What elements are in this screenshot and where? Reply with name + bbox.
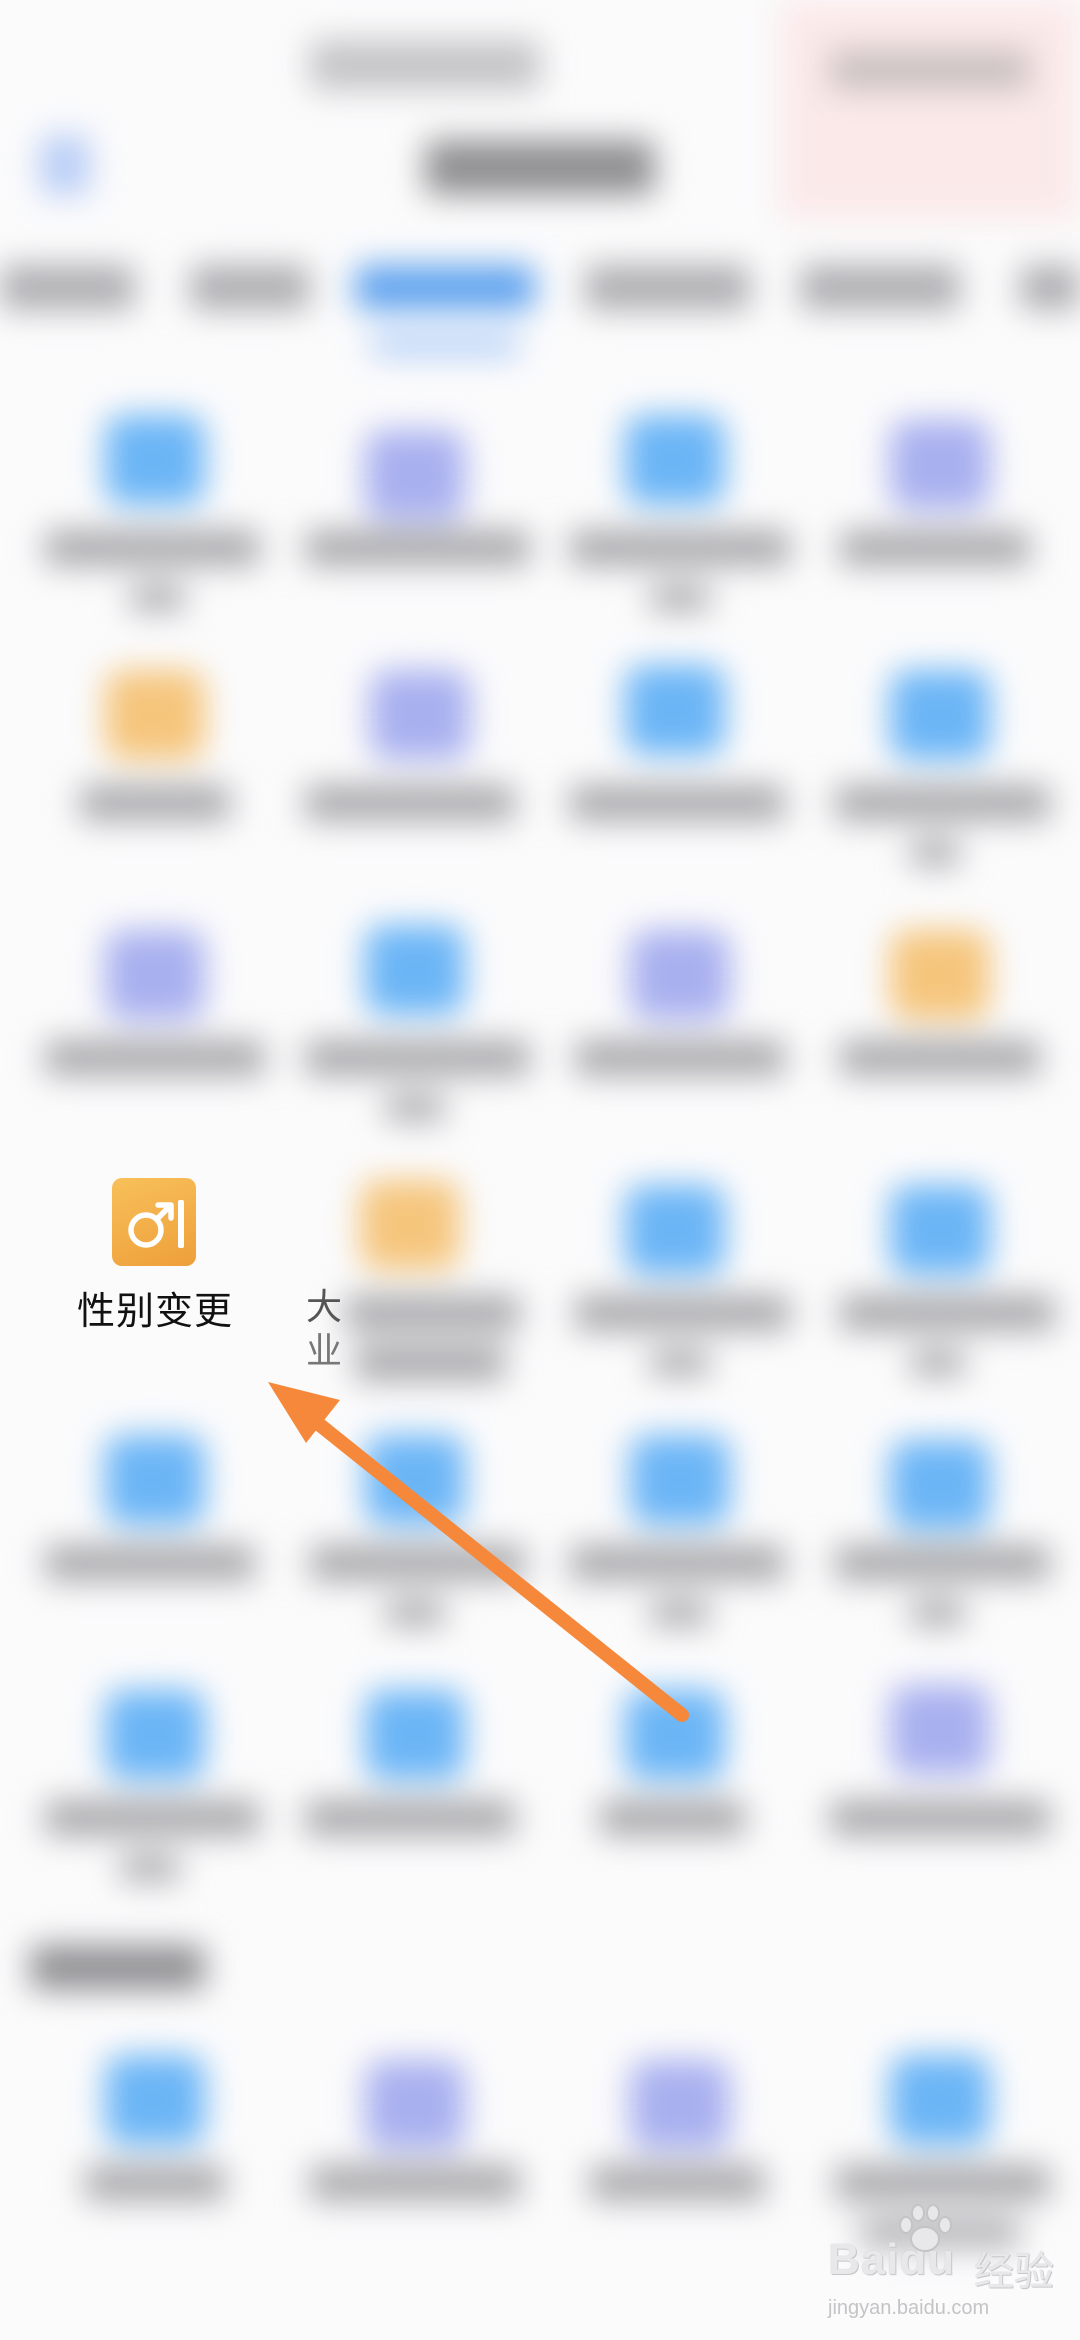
watermark-brand: 经验 [974, 2250, 1054, 2294]
paw-icon [899, 2204, 952, 2252]
arrow-shaft [288, 1398, 689, 1722]
baidu-watermark: Baidu 经验 jingyan.baidu.com [828, 2204, 1068, 2325]
watermark-url: jingyan.baidu.com [828, 2297, 990, 2319]
annotation-arrow [268, 1382, 689, 1722]
